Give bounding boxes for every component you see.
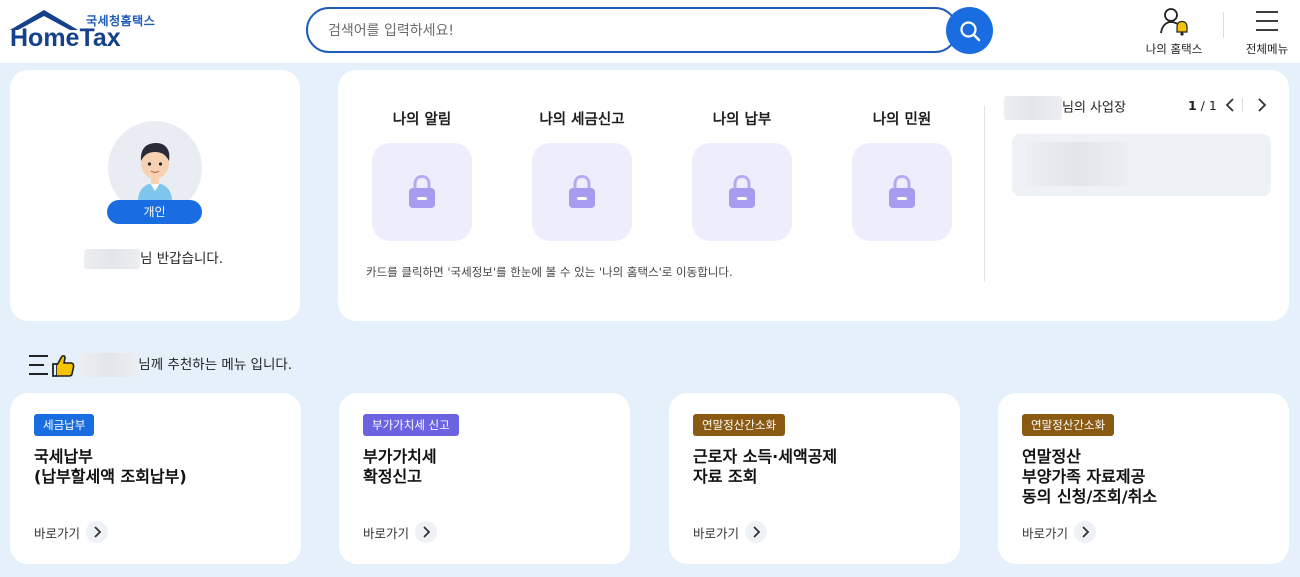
- hamburger-menu-icon: [1256, 11, 1278, 31]
- pager-total: 1: [1208, 98, 1217, 113]
- my-hometax-button[interactable]: 나의 홈택스: [1142, 6, 1206, 57]
- recommend-card[interactable]: 연말정산간소화 연말정산 부양가족 자료제공 동의 신청/조회/취소 바로가기: [998, 393, 1289, 564]
- tile-label: 나의 납부: [712, 112, 772, 128]
- lock-icon: [569, 175, 595, 208]
- tile-label: 나의 민원: [872, 112, 932, 128]
- tile-box[interactable]: [532, 143, 632, 241]
- pager-current: 1: [1188, 98, 1197, 113]
- tile-box[interactable]: [852, 143, 952, 241]
- lock-icon: [889, 175, 915, 208]
- category-tag: 연말정산간소화: [1022, 414, 1115, 436]
- tile-my-civil-petition[interactable]: 나의 민원: [852, 108, 952, 241]
- category-tag: 부가가치세 신고: [363, 414, 459, 436]
- recommend-card[interactable]: 부가가치세 신고 부가가치세 확정신고 바로가기: [339, 393, 630, 564]
- chevron-left-icon[interactable]: [1222, 96, 1238, 114]
- search-button[interactable]: [946, 7, 993, 54]
- chevron-right-icon: [415, 521, 438, 543]
- hometax-logo[interactable]: 국세청홈택스 HomeTax: [8, 8, 158, 56]
- shortcut-link[interactable]: 바로가기: [363, 521, 438, 543]
- category-tag: 연말정산간소화: [693, 414, 786, 436]
- all-menu-label: 전체메뉴: [1245, 42, 1289, 56]
- business-item[interactable]: [1012, 134, 1271, 196]
- recommend-title: 부가가치세 확정신고: [363, 447, 437, 486]
- user-bell-icon: [1160, 8, 1188, 36]
- recommend-heading: 님께 추천하는 메뉴 입니다.: [28, 352, 292, 378]
- recommend-card[interactable]: 연말정산간소화 근로자 소득·세액공제 자료 조회 바로가기: [669, 393, 960, 564]
- profile-card: 개인 님 반갑습니다.: [10, 70, 300, 321]
- thumbs-up-menu-icon: [29, 354, 75, 377]
- tile-label: 나의 세금신고: [539, 112, 625, 128]
- category-tag: 세금납부: [34, 414, 95, 436]
- tile-label: 나의 알림: [392, 112, 452, 128]
- shortcut-link[interactable]: 바로가기: [1022, 521, 1097, 543]
- recommend-title: 국세납부 (납부할세액 조회납부): [34, 447, 187, 486]
- recommend-heading-text: 님께 추천하는 메뉴 입니다.: [138, 357, 293, 373]
- section-divider: [984, 106, 985, 282]
- shortcut-link[interactable]: 바로가기: [693, 521, 768, 543]
- pager-divider: [1242, 98, 1243, 112]
- tile-my-tax-report[interactable]: 나의 세금신고: [532, 108, 632, 241]
- business-heading: 님의 사업장: [1004, 96, 1126, 120]
- my-hometax-card: 나의 알림 나의 세금신고 나의 납부 나의 민원 카드를 클릭하면 '국세정보…: [338, 70, 1289, 321]
- all-menu-button[interactable]: 전체메뉴: [1240, 6, 1294, 57]
- user-type-badge: 개인: [107, 200, 202, 224]
- search-box: [306, 7, 958, 53]
- lock-icon: [729, 175, 755, 208]
- recommend-title: 근로자 소득·세액공제 자료 조회: [693, 447, 838, 486]
- shortcut-label: 바로가기: [693, 525, 740, 541]
- pager-separator: /: [1196, 98, 1209, 113]
- header: 국세청홈택스 HomeTax 나의 홈택스 전체메뉴: [0, 0, 1300, 63]
- greeting: 님 반갑습니다.: [84, 247, 223, 269]
- recommend-title: 연말정산 부양가족 자료제공 동의 신청/조회/취소: [1022, 447, 1158, 506]
- tile-box[interactable]: [372, 143, 472, 241]
- tile-my-notice[interactable]: 나의 알림: [372, 108, 472, 241]
- recommend-card[interactable]: 세금납부 국세납부 (납부할세액 조회납부) 바로가기: [10, 393, 301, 564]
- search-input[interactable]: [328, 19, 928, 43]
- blurred-business-name: [1026, 142, 1128, 186]
- tile-box[interactable]: [692, 143, 792, 241]
- search-icon: [959, 20, 980, 41]
- header-divider: [1223, 12, 1224, 38]
- chevron-right-icon[interactable]: [1254, 96, 1270, 114]
- chevron-right-icon: [745, 521, 768, 543]
- shortcut-label: 바로가기: [34, 525, 81, 541]
- my-hometax-label: 나의 홈택스: [1145, 42, 1203, 56]
- blurred-username: [84, 249, 140, 269]
- chevron-right-icon: [86, 521, 109, 543]
- business-heading-text: 님의 사업장: [1062, 100, 1126, 116]
- shortcut-link[interactable]: 바로가기: [34, 521, 109, 543]
- shortcut-label: 바로가기: [363, 525, 410, 541]
- tile-my-payment[interactable]: 나의 납부: [692, 108, 792, 241]
- greeting-text: 님 반갑습니다.: [140, 251, 224, 267]
- chevron-right-icon: [1074, 521, 1097, 543]
- business-pager: 1 / 1: [1188, 98, 1217, 113]
- logo-title: HomeTax: [10, 24, 121, 52]
- blurred-username: [80, 353, 139, 377]
- card-hint-text: 카드를 클릭하면 '국세정보'를 한눈에 볼 수 있는 '나의 홈택스'로 이동…: [366, 265, 733, 279]
- blurred-username: [1004, 96, 1062, 120]
- shortcut-label: 바로가기: [1022, 525, 1069, 541]
- lock-icon: [409, 175, 435, 208]
